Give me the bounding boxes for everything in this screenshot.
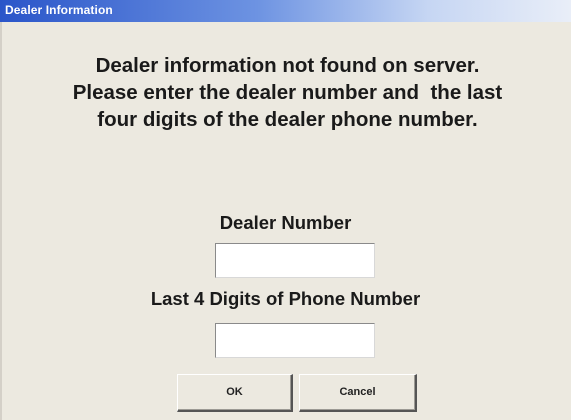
message-line-3: four digits of the dealer phone number. (97, 108, 478, 131)
phone-digits-label: Last 4 Digits of Phone Number (150, 288, 421, 309)
dealer-number-label: Dealer Number (219, 212, 352, 233)
window-title: Dealer Information (5, 3, 113, 17)
title-bar[interactable]: Dealer Information (0, 0, 571, 22)
message-line-1: Dealer information not found on server. (95, 54, 480, 77)
message-line-2: Please enter the dealer number and the l… (72, 81, 503, 104)
dealer-number-input[interactable] (215, 243, 375, 278)
ok-button[interactable]: OK (177, 374, 293, 412)
phone-digits-input[interactable] (215, 323, 375, 358)
dealer-information-dialog: Dealer Information Dealer information no… (0, 0, 571, 420)
info-message: Dealer information not found on server. … (2, 52, 571, 133)
cancel-button[interactable]: Cancel (299, 374, 417, 412)
